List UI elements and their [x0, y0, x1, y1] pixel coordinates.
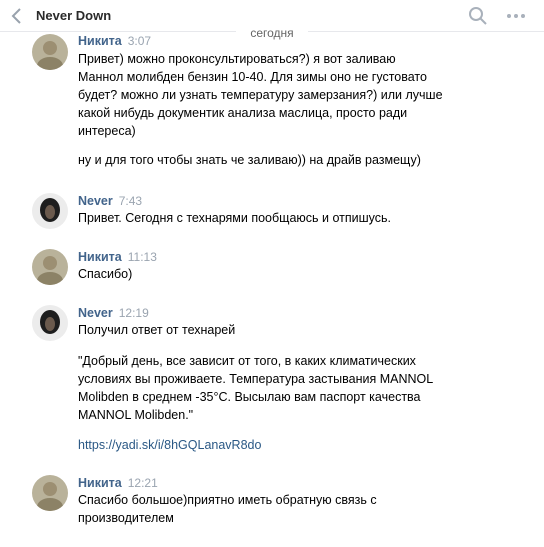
- avatar[interactable]: [32, 193, 68, 229]
- message-text: Получил ответ от технарей: [78, 323, 236, 337]
- sender-name[interactable]: Никита 3:07: [78, 34, 151, 48]
- message-text: ну и для того чтобы знать че заливаю)) н…: [78, 153, 421, 167]
- message-time: 12:19: [118, 306, 149, 320]
- message-time: 11:13: [127, 250, 157, 264]
- back-arrow-icon[interactable]: [10, 7, 24, 25]
- message-text: Спасибо): [78, 267, 133, 281]
- sender-name[interactable]: Never 12:19: [78, 306, 149, 320]
- message-time: 12:21: [127, 476, 158, 490]
- message-text: Спасибо большое)приятно иметь обратную с…: [78, 493, 377, 525]
- message-text: "Добрый день, все зависит от того, в как…: [78, 354, 434, 422]
- sender-name[interactable]: Никита 12:21: [78, 476, 158, 490]
- sender-name[interactable]: Never 7:43: [78, 194, 142, 208]
- avatar[interactable]: [32, 305, 68, 341]
- avatar[interactable]: [32, 475, 68, 511]
- chat-title: Never Down: [36, 8, 112, 23]
- sender-name[interactable]: Никита 11:13: [78, 250, 157, 264]
- search-icon[interactable]: [468, 6, 488, 26]
- avatar[interactable]: [32, 249, 68, 285]
- message-text: Привет) можно проконсультироваться?) я в…: [78, 52, 443, 138]
- message-time: 7:43: [118, 194, 143, 208]
- avatar[interactable]: [32, 34, 68, 70]
- message-text: Привет. Сегодня с технарями пообщаюсь и …: [78, 211, 392, 225]
- more-options-icon[interactable]: [506, 6, 526, 26]
- message-link[interactable]: https://yadi.sk/i/8hGQLanavR8do: [78, 438, 261, 452]
- message-time: 3:07: [127, 34, 152, 48]
